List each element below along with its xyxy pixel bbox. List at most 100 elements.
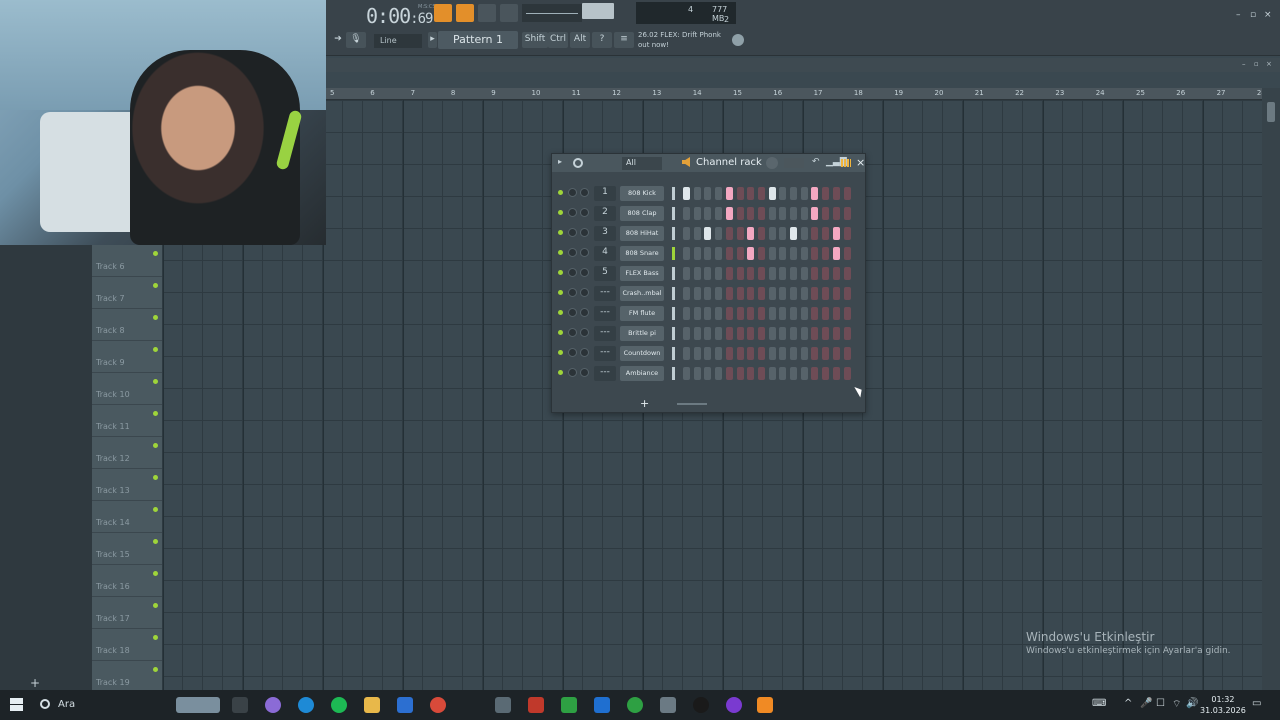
step-button[interactable] [683,187,690,200]
track-header[interactable]: Track 6 [92,245,162,277]
step-button[interactable] [832,307,840,320]
step-button[interactable] [715,347,723,360]
step-button[interactable] [822,267,830,280]
help-icon[interactable]: ? [592,32,612,48]
step-button[interactable] [683,327,690,340]
add-channel-icon[interactable]: + [640,397,649,410]
channel-mute-led[interactable] [558,270,563,275]
step-button[interactable] [704,327,712,340]
step-button[interactable] [693,367,701,380]
step-button[interactable] [822,247,830,260]
track-header[interactable]: Track 11 [92,405,162,437]
channel-select-meter[interactable] [672,227,675,240]
step-button[interactable] [768,307,776,320]
step-button[interactable] [822,207,830,220]
channel-mute-led[interactable] [558,350,563,355]
step-button[interactable] [747,327,755,340]
channel-pan-knob[interactable] [568,188,577,197]
step-button[interactable] [715,267,723,280]
step-button[interactable] [768,267,776,280]
add-track-icon[interactable]: + [30,676,40,690]
globe-icon[interactable] [732,34,744,46]
step-button[interactable] [768,247,776,260]
channel-select-meter[interactable] [672,287,675,300]
track-mute-led[interactable] [153,443,158,448]
step-button[interactable] [704,227,712,240]
track-header[interactable]: Track 8 [92,309,162,341]
step-button[interactable] [736,347,744,360]
channel-pan-knob[interactable] [568,348,577,357]
step-button[interactable] [832,247,840,260]
step-button[interactable] [800,267,808,280]
step-button[interactable] [822,287,830,300]
wait-input-button[interactable] [478,4,496,22]
track-header[interactable]: Track 19 [92,661,162,693]
track-header[interactable]: Track 14 [92,501,162,533]
step-button[interactable] [790,187,797,200]
channel-volume-knob[interactable] [580,288,589,297]
channel-volume-knob[interactable] [580,208,589,217]
close-icon[interactable]: × [1266,60,1272,68]
step-button[interactable] [822,327,830,340]
menu-icon[interactable]: ≡ [614,32,634,48]
channel-pan-knob[interactable] [568,268,577,277]
channel-mixer-track[interactable]: 5 [594,266,616,281]
step-button[interactable] [832,187,840,200]
app-restore-icon[interactable]: ▫ [1250,10,1256,20]
channel-name-button[interactable]: Countdown [620,346,664,361]
step-button[interactable] [683,287,690,300]
step-button[interactable] [683,307,690,320]
channel-pan-knob[interactable] [568,328,577,337]
channel-select-meter[interactable] [672,267,675,280]
step-button[interactable] [790,367,797,380]
step-button[interactable] [843,287,851,300]
channel-volume-knob[interactable] [580,308,589,317]
step-button[interactable] [725,247,733,260]
step-button[interactable] [683,367,690,380]
step-button[interactable] [736,187,744,200]
channel-select-meter[interactable] [672,247,675,260]
step-button[interactable] [811,367,819,380]
step-button[interactable] [693,287,701,300]
channel-mute-led[interactable] [558,250,563,255]
channel-mute-led[interactable] [558,310,563,315]
minimize-icon[interactable]: – [1242,60,1246,68]
step-button[interactable] [800,227,808,240]
step-button[interactable] [704,187,712,200]
app-icon-5[interactable] [726,697,742,713]
pattern-mode-button[interactable] [434,4,452,22]
step-button[interactable] [693,207,701,220]
step-button[interactable] [725,307,733,320]
channel-rack-window[interactable]: ▸ All Channel rack ↶ ▁▃▇ × 1 808 Kick 2 808… [551,153,866,413]
step-button[interactable] [779,307,787,320]
channel-mute-led[interactable] [558,190,563,195]
step-button[interactable] [811,347,819,360]
step-button[interactable] [704,247,712,260]
track-mute-led[interactable] [153,347,158,352]
channel-select-meter[interactable] [672,307,675,320]
step-button[interactable] [747,247,755,260]
step-button[interactable] [790,287,797,300]
step-button[interactable] [736,327,744,340]
step-button[interactable] [843,207,851,220]
channel-pan-knob[interactable] [568,208,577,217]
step-button[interactable] [736,307,744,320]
step-button[interactable] [736,247,744,260]
channel-mixer-track[interactable]: 3 [594,226,616,241]
step-button[interactable] [822,227,830,240]
step-button[interactable] [715,287,723,300]
swing-knob[interactable] [766,157,778,169]
channel-volume-knob[interactable] [580,228,589,237]
step-button[interactable] [704,307,712,320]
step-button[interactable] [757,307,765,320]
step-button[interactable] [811,207,819,220]
channel-mixer-track[interactable]: --- [594,366,616,381]
step-button[interactable] [832,347,840,360]
step-button[interactable] [811,247,819,260]
channel-mixer-track[interactable]: 4 [594,246,616,261]
step-button[interactable] [800,187,808,200]
gear-icon[interactable] [573,158,583,168]
step-button[interactable] [736,227,744,240]
taskbar-search[interactable]: Ara [34,690,170,720]
channel-mute-led[interactable] [558,330,563,335]
